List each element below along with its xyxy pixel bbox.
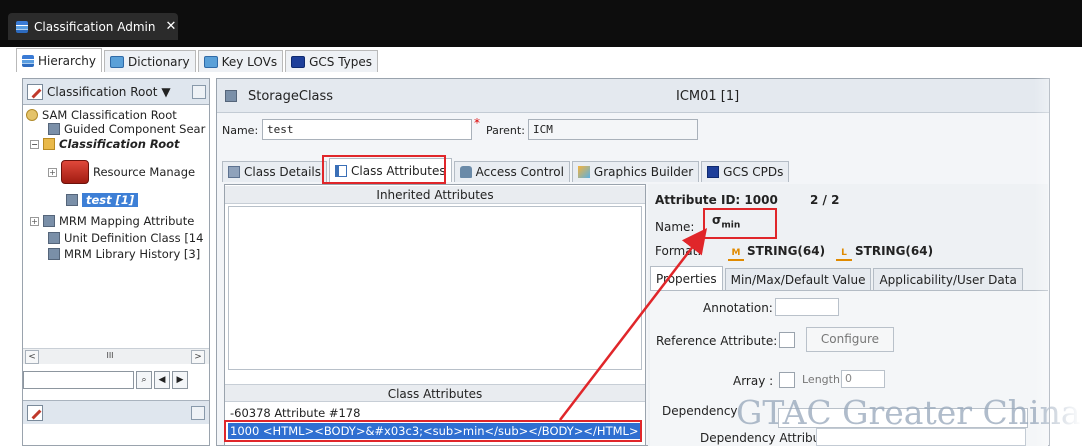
edge-fade	[1034, 47, 1082, 446]
annotation-arrow	[559, 228, 708, 421]
watermark: GTAC Greater China	[736, 393, 1081, 432]
